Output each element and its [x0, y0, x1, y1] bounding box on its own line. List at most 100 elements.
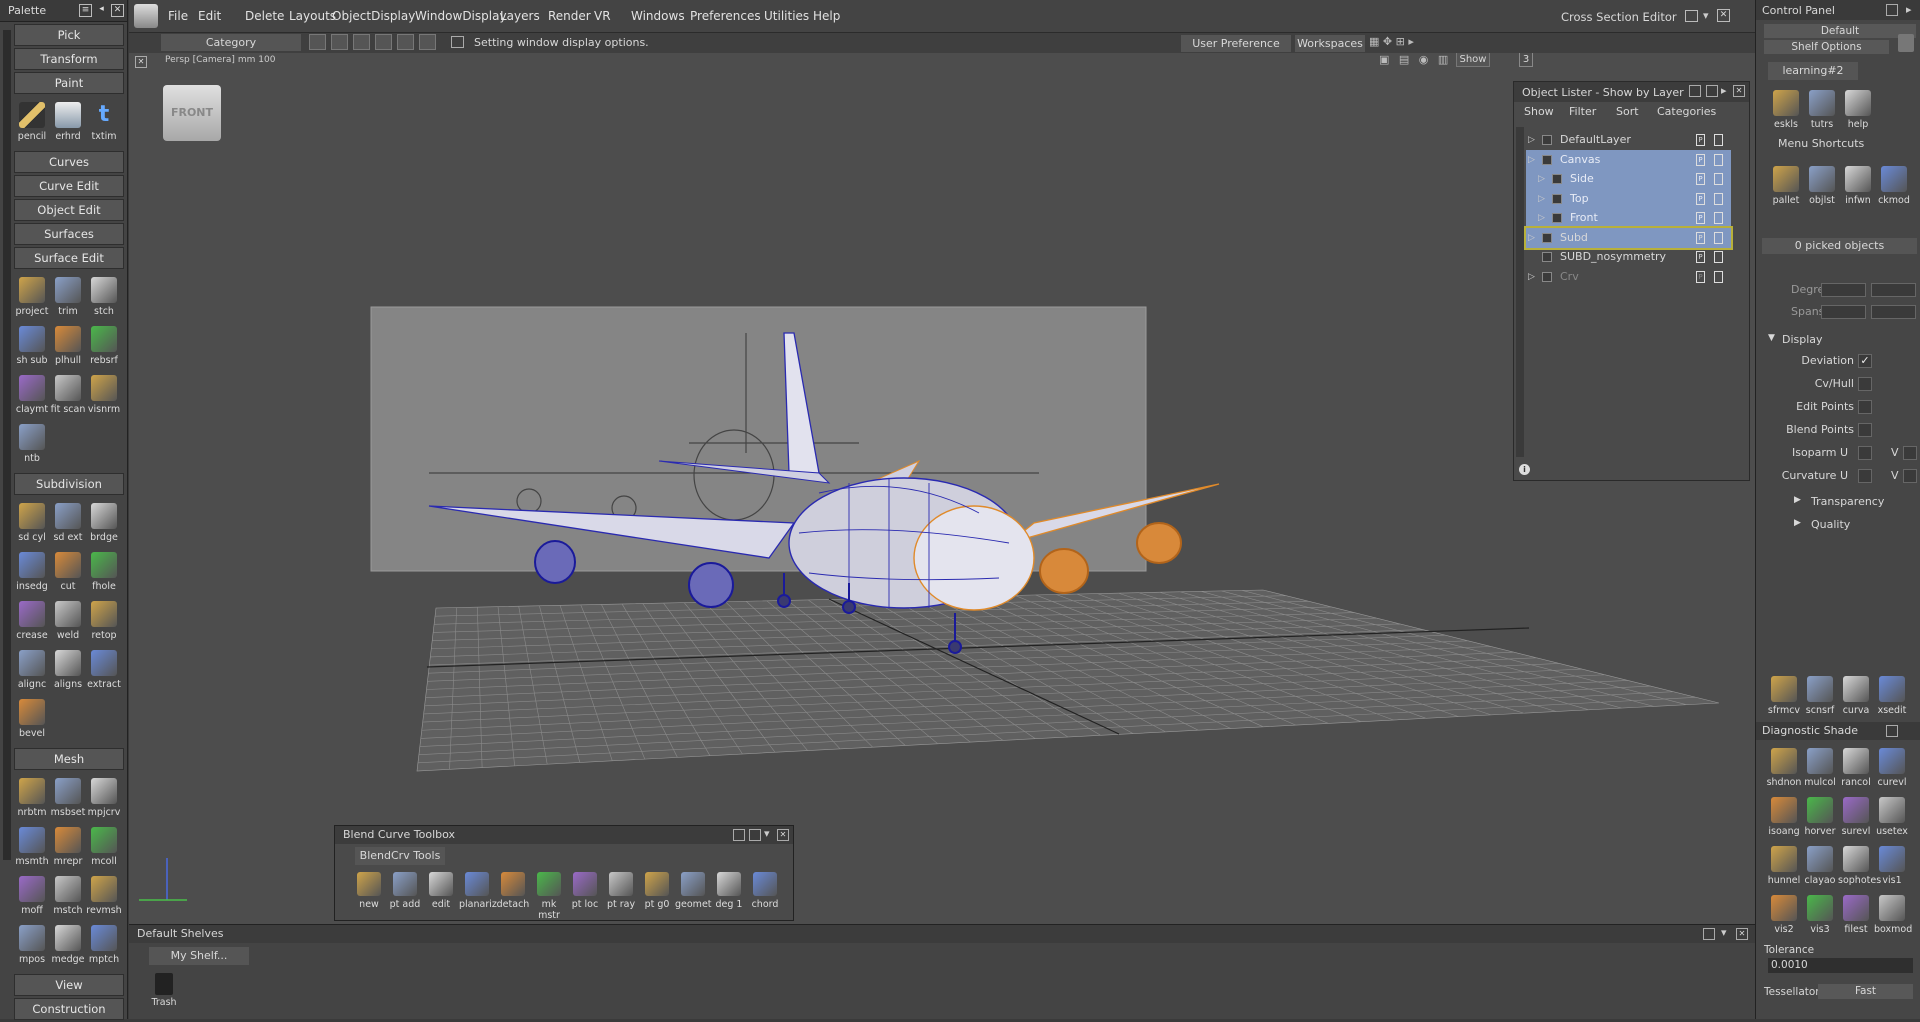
tool-vis1[interactable]: vis1 — [1874, 842, 1910, 891]
tool-isoang[interactable]: isoang — [1766, 793, 1802, 842]
tool-deg-1[interactable]: deg 1 — [711, 868, 747, 918]
layer-state-toggle[interactable] — [1714, 231, 1723, 244]
tab-sort[interactable]: Sort — [1616, 105, 1639, 118]
tool-nrbtm[interactable]: nrbtm — [14, 774, 50, 823]
object-lister-arrow-icon[interactable]: ▸ — [1721, 84, 1727, 97]
cross-section-editor-title[interactable]: Cross Section Editor — [1561, 10, 1677, 24]
mesh-section[interactable]: Mesh — [14, 748, 124, 770]
tool-visnrm[interactable]: visnrm — [86, 371, 122, 420]
layer-p-toggle[interactable]: P — [1696, 153, 1705, 166]
layer-row[interactable]: ▷ DefaultLayer P — [1526, 130, 1731, 150]
tool-trim[interactable]: trim — [50, 273, 86, 322]
paint-section[interactable]: Paint — [14, 72, 124, 94]
point-snap-icon[interactable] — [353, 34, 370, 50]
layer-row[interactable]: SUBD_nosymmetry P — [1526, 247, 1731, 267]
tool-sfrmcv[interactable]: sfrmcv — [1766, 672, 1802, 720]
tool-retop[interactable]: retop — [86, 597, 122, 646]
grid-snap-icon[interactable] — [309, 34, 326, 50]
tool-moff[interactable]: moff — [14, 872, 50, 921]
menu-edit[interactable]: Edit — [198, 9, 221, 23]
tool-insedg[interactable]: insedg — [14, 548, 50, 597]
category-dropdown[interactable]: Category — [161, 34, 301, 51]
tool-plhull[interactable]: plhull — [50, 322, 86, 371]
layer-row[interactable]: ▷ Canvas P — [1526, 149, 1731, 170]
shelf-tab-my-shelf[interactable]: My Shelf... — [149, 947, 249, 965]
layer-state-toggle[interactable] — [1714, 134, 1723, 146]
menu-help[interactable]: Help — [813, 9, 840, 23]
tab-show[interactable]: Show — [1524, 105, 1554, 118]
intersect-snap-icon[interactable] — [419, 34, 436, 50]
shelves-menu-icon[interactable] — [1703, 928, 1715, 940]
blend-dropdown-icon[interactable]: ▾ — [764, 827, 770, 840]
layer-p-toggle[interactable]: P — [1696, 212, 1705, 224]
tool-msbset[interactable]: msbset — [50, 774, 86, 823]
tool-infwn[interactable]: infwn — [1840, 162, 1876, 210]
tool-chord[interactable]: chord — [747, 868, 783, 918]
tool-pt-add[interactable]: pt add — [387, 868, 423, 918]
tool-help[interactable]: help — [1840, 86, 1876, 134]
curves-section[interactable]: Curves — [14, 151, 124, 173]
tool-tutrs[interactable]: tutrs — [1804, 86, 1840, 134]
cross-section-close-icon[interactable]: ✕ — [1717, 9, 1730, 22]
expand-arrow-icon[interactable]: ▷ — [1528, 150, 1535, 170]
tool-rancol[interactable]: rancol — [1838, 744, 1874, 793]
tool-ntb[interactable]: ntb — [14, 420, 50, 469]
edit-snap-icon[interactable] — [397, 34, 414, 50]
tool-msmth[interactable]: msmth — [14, 823, 50, 872]
tool-rebsrf[interactable]: rebsrf — [86, 322, 122, 371]
tool-usetex[interactable]: usetex — [1874, 793, 1910, 842]
tool-fhole[interactable]: fhole — [86, 548, 122, 597]
surfaces-section[interactable]: Surfaces — [14, 223, 124, 245]
expand-arrow-icon[interactable]: ▷ — [1528, 228, 1535, 248]
tool-mulcol[interactable]: mulcol — [1802, 744, 1838, 793]
tool-mrepr[interactable]: mrepr — [50, 823, 86, 872]
collapse-icon[interactable]: ◂ — [95, 4, 108, 17]
tool-vis3[interactable]: vis3 — [1802, 891, 1838, 940]
curve-edit-section[interactable]: Curve Edit — [14, 175, 124, 197]
transform-button[interactable]: Transform — [14, 48, 124, 70]
blend-close-icon[interactable]: ✕ — [777, 829, 789, 841]
layer-state-toggle[interactable] — [1714, 251, 1723, 263]
layer-visibility-checkbox[interactable] — [1542, 135, 1552, 145]
layer-visibility-checkbox[interactable] — [1542, 232, 1552, 243]
layer-visibility-checkbox[interactable] — [1552, 174, 1562, 184]
tool-xsedit[interactable]: xsedit — [1874, 672, 1910, 720]
layer-visibility-checkbox[interactable] — [1552, 193, 1562, 204]
spans-field[interactable] — [1821, 305, 1866, 319]
tool-mcoll[interactable]: mcoll — [86, 823, 122, 872]
tool-scnsrf[interactable]: scnsrf — [1802, 672, 1838, 720]
layer-p-toggle[interactable]: P — [1696, 251, 1705, 263]
workspaces-button[interactable]: Workspaces — [1295, 35, 1365, 52]
tool-planariz[interactable]: planariz — [459, 868, 497, 918]
tool-mpos[interactable]: mpos — [14, 921, 50, 970]
tool-revmsh[interactable]: revmsh — [86, 872, 122, 921]
layer-state-toggle[interactable] — [1714, 192, 1723, 205]
v-checkbox[interactable] — [1903, 446, 1917, 460]
layer-p-toggle[interactable]: P — [1696, 231, 1705, 244]
layer-p-toggle[interactable]: P — [1696, 173, 1705, 185]
tool-shdnon[interactable]: shdnon — [1766, 744, 1802, 793]
tool-vis2[interactable]: vis2 — [1766, 891, 1802, 940]
tool-sophotes[interactable]: sophotes — [1838, 842, 1881, 891]
tool-fit-scan[interactable]: fit scan — [50, 371, 86, 420]
menu-layers[interactable]: Layers — [500, 9, 540, 23]
tool-pencil[interactable]: pencil — [14, 98, 50, 147]
workspace-icons[interactable]: ▦ ✥ ⊞ ▸ — [1369, 35, 1449, 51]
tool-sd-cyl[interactable]: sd cyl — [14, 499, 50, 548]
menu-utilities[interactable]: Utilities — [764, 9, 809, 23]
tool-ckmod[interactable]: ckmod — [1876, 162, 1912, 210]
tool-hunnel[interactable]: hunnel — [1766, 842, 1802, 891]
tool-pallet[interactable]: pallet — [1768, 162, 1804, 210]
lister-scrollbar[interactable] — [1516, 127, 1524, 457]
tool-crease[interactable]: crease — [14, 597, 50, 646]
display-row-checkbox[interactable] — [1858, 423, 1872, 437]
tool-geomet[interactable]: geomet — [675, 868, 712, 918]
menu-windows[interactable]: Windows — [631, 9, 685, 23]
tab-categories[interactable]: Categories — [1657, 105, 1716, 118]
curve-snap-icon[interactable] — [331, 34, 348, 50]
surface-snap-icon[interactable] — [375, 34, 392, 50]
shelf-tab[interactable]: learning#2 — [1768, 62, 1858, 80]
construction-section[interactable]: Construction — [14, 998, 124, 1020]
shelves-dropdown-icon[interactable]: ▾ — [1721, 926, 1727, 939]
tool-clayao[interactable]: clayao — [1802, 842, 1838, 891]
